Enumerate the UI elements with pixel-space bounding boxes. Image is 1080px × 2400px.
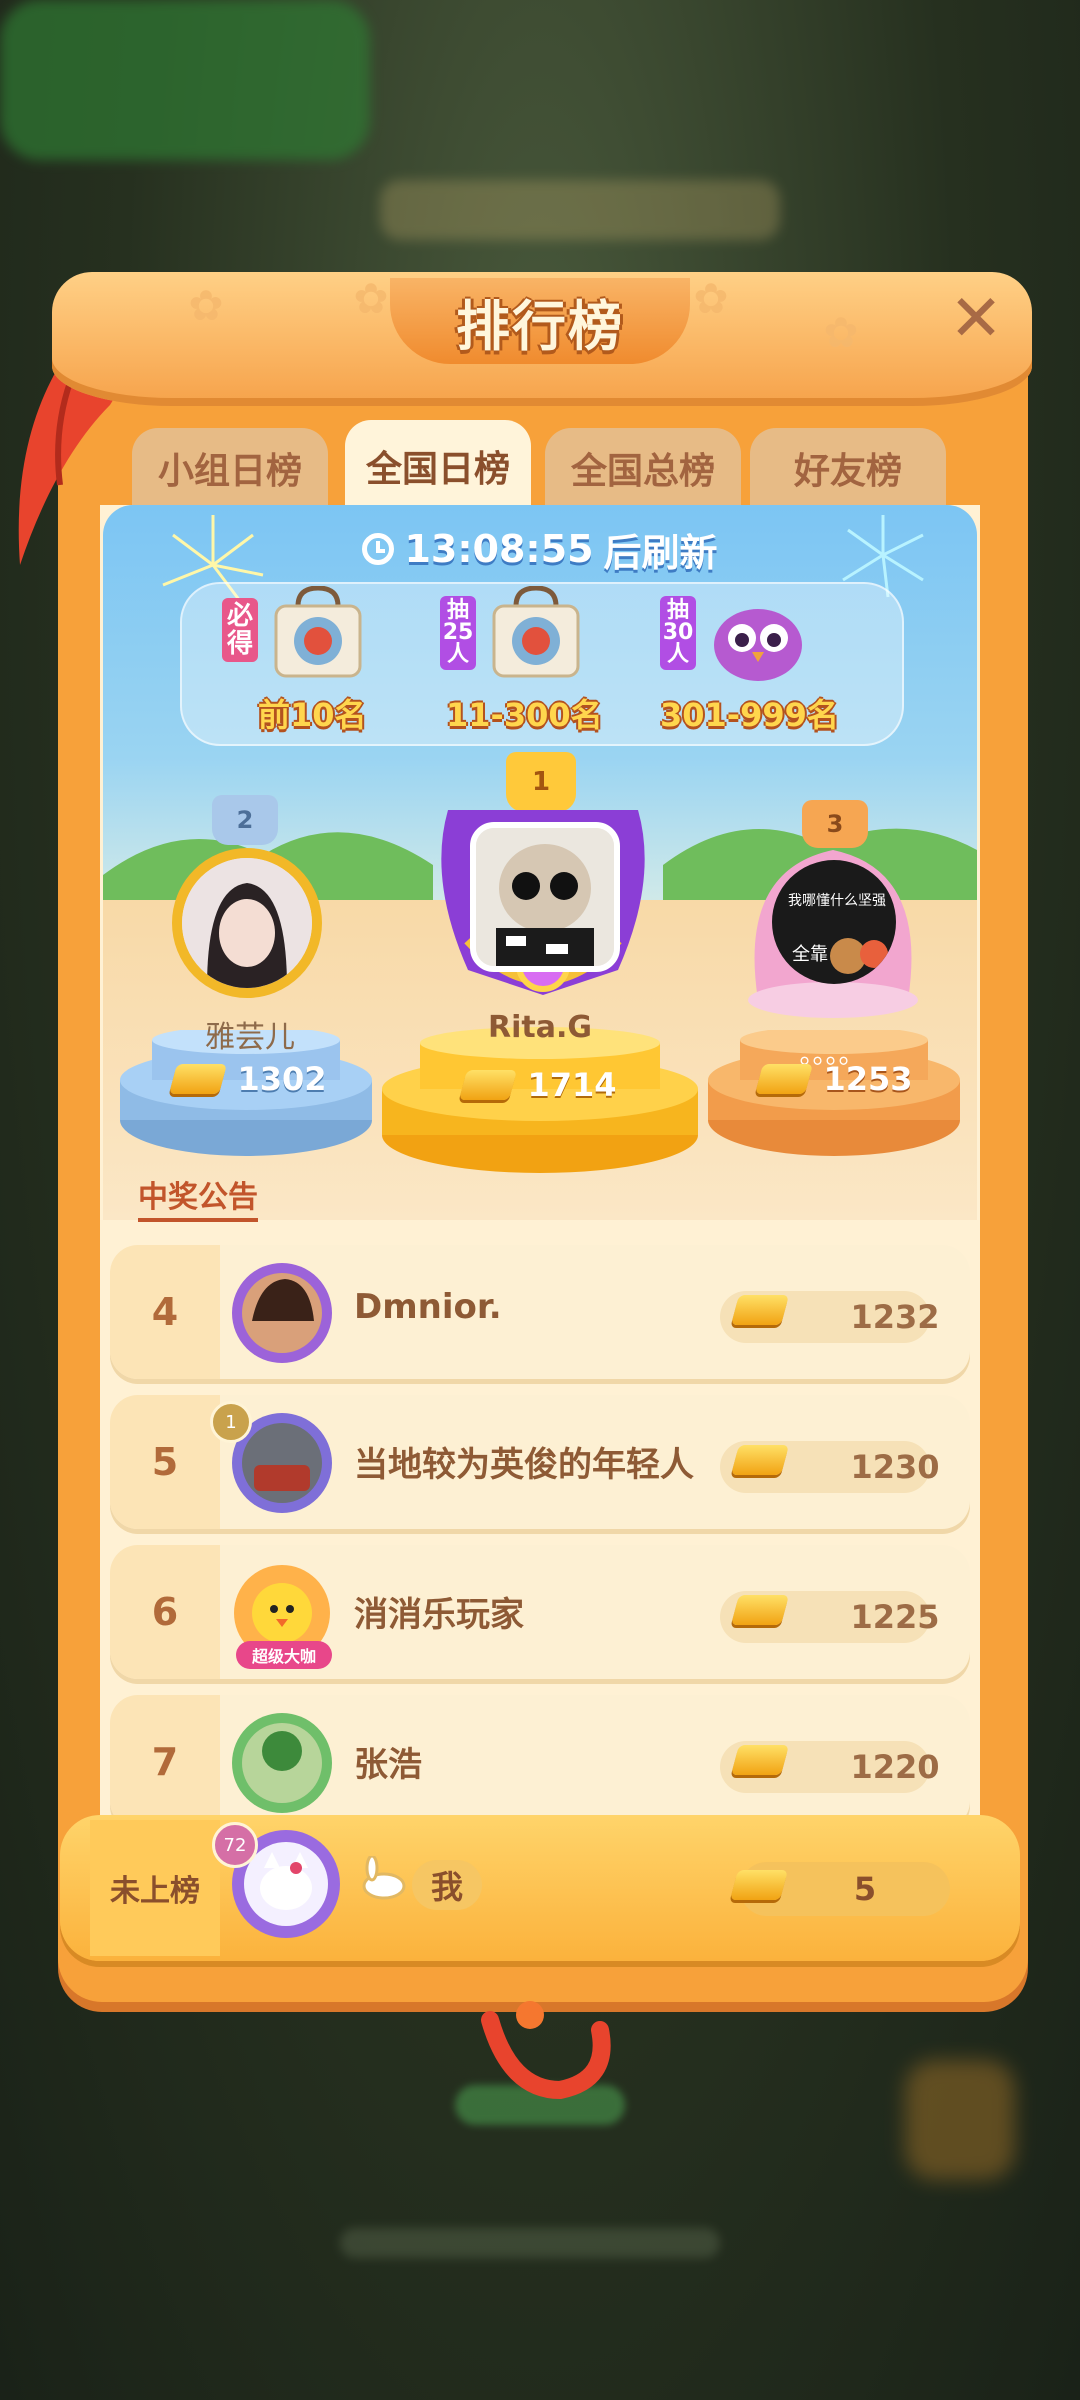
- prize-tag-guaranteed: 必得: [222, 598, 258, 662]
- blurred-background-title: [380, 180, 780, 240]
- close-icon[interactable]: ✕: [949, 287, 1003, 351]
- blurred-bottom-text: [340, 2228, 720, 2258]
- avatar-image: [182, 858, 312, 988]
- rabbit-icon: [362, 1856, 406, 1900]
- gold-bar-icon: [459, 1070, 518, 1100]
- prize-tag-draw25: 抽25人: [440, 596, 476, 670]
- my-name: 我: [412, 1860, 482, 1910]
- row-rank: 4: [110, 1245, 220, 1379]
- my-rank-label: 未上榜: [90, 1820, 220, 1956]
- refresh-suffix: 后刷新: [603, 530, 718, 575]
- row-avatar: [232, 1263, 332, 1363]
- ranking-row[interactable]: 6 超级大咖 消消乐玩家 1225: [110, 1545, 970, 1679]
- row-rank: 7: [110, 1695, 220, 1829]
- rank-2-crown: 2: [212, 795, 278, 845]
- row-score: 1225: [850, 1598, 940, 1636]
- flower-icon: ✿: [693, 274, 729, 323]
- ranking-row[interactable]: 4 Dmnior. 1232: [110, 1245, 970, 1379]
- avatar-caption-top: 我哪懂什么坚强: [788, 893, 886, 909]
- row-score: 1230: [850, 1448, 940, 1486]
- podium-first-score-value: 1714: [527, 1066, 617, 1104]
- flower-icon: ✿: [353, 274, 389, 323]
- panel-title-text: 排行榜: [456, 294, 624, 358]
- gold-bar-icon: [730, 1295, 790, 1325]
- refresh-time: 13:08:55: [404, 527, 594, 571]
- row-rank: 5: [110, 1395, 220, 1529]
- podium-first-score: 1714: [450, 1058, 630, 1112]
- prize-label-top10: 前10名: [258, 696, 367, 734]
- tab-group-daily[interactable]: 小组日榜: [132, 428, 328, 508]
- bear-fox-figurines: [830, 938, 888, 974]
- row-level-badge: 1: [210, 1401, 252, 1443]
- gold-bar-icon: [755, 1064, 814, 1094]
- winner-announcement-link[interactable]: 中奖公告: [138, 1172, 258, 1222]
- row-name: Dmnior.: [354, 1287, 502, 1327]
- avatar-caption-bottom: 全靠: [792, 944, 828, 965]
- row-avatar: [232, 1713, 332, 1813]
- gold-bar-icon: [729, 1870, 789, 1900]
- avatar-image: [476, 828, 614, 966]
- row-score: 1232: [850, 1298, 940, 1336]
- gold-bar-icon: [730, 1595, 790, 1625]
- ribbon-knot-decoration: [481, 2001, 611, 2100]
- row-rank: 6: [110, 1545, 220, 1679]
- avatar-rank-2[interactable]: [172, 848, 322, 998]
- row-vip-badge: 超级大咖: [236, 1641, 332, 1669]
- tab-national-total[interactable]: 全国总榜: [545, 428, 741, 508]
- row-name: 张浩: [354, 1745, 422, 1785]
- row-name: 当地较为英俊的年轻人: [354, 1445, 694, 1485]
- prize-label-11-300: 11-300名: [446, 696, 603, 734]
- row-score: 1220: [850, 1748, 940, 1786]
- gold-bar-icon: [169, 1064, 228, 1094]
- gift-bag-icon: [492, 586, 580, 678]
- ranking-row[interactable]: 7 张浩 1220: [110, 1695, 970, 1829]
- gold-bar-icon: [730, 1445, 790, 1475]
- gold-bar-icon: [730, 1745, 790, 1775]
- refresh-timer: 13:08:55 后刷新: [360, 520, 720, 578]
- tab-friends[interactable]: 好友榜: [750, 428, 946, 508]
- podium-second-score-value: 1302: [237, 1060, 327, 1098]
- gift-bag-icon: [274, 586, 362, 678]
- podium-second-score: 1302: [160, 1052, 340, 1106]
- tab-national-daily[interactable]: 全国日榜: [345, 420, 531, 512]
- flower-icon: ✿: [188, 281, 224, 330]
- my-score: 5: [853, 1870, 877, 1908]
- avatar-rank-1[interactable]: [470, 822, 620, 972]
- panel-title: 排行榜: [390, 278, 690, 364]
- podium-first-name: Rita.G: [488, 1010, 592, 1045]
- blurred-start-button: [0, 0, 370, 160]
- clock-icon: [362, 533, 395, 565]
- avatar-rank-3[interactable]: 我哪懂什么坚强 全靠: [772, 860, 896, 984]
- podium-third-score: 1253: [746, 1052, 926, 1106]
- row-name: 消消乐玩家: [354, 1595, 524, 1635]
- podium-third-score-value: 1253: [823, 1060, 913, 1098]
- close-button[interactable]: ✕: [943, 286, 1009, 352]
- podium-second-name: 雅芸儿: [205, 1020, 295, 1055]
- blurred-reward-icon: [905, 2060, 1015, 2180]
- owl-plush-icon: [714, 609, 802, 681]
- my-level-badge: 72: [212, 1822, 258, 1868]
- flower-icon: ✿: [823, 308, 859, 357]
- ranking-row[interactable]: 5 1 当地较为英俊的年轻人 1230: [110, 1395, 970, 1529]
- prize-tag-draw30: 抽30人: [660, 596, 696, 670]
- prize-label-301-999: 301-999名: [660, 696, 839, 734]
